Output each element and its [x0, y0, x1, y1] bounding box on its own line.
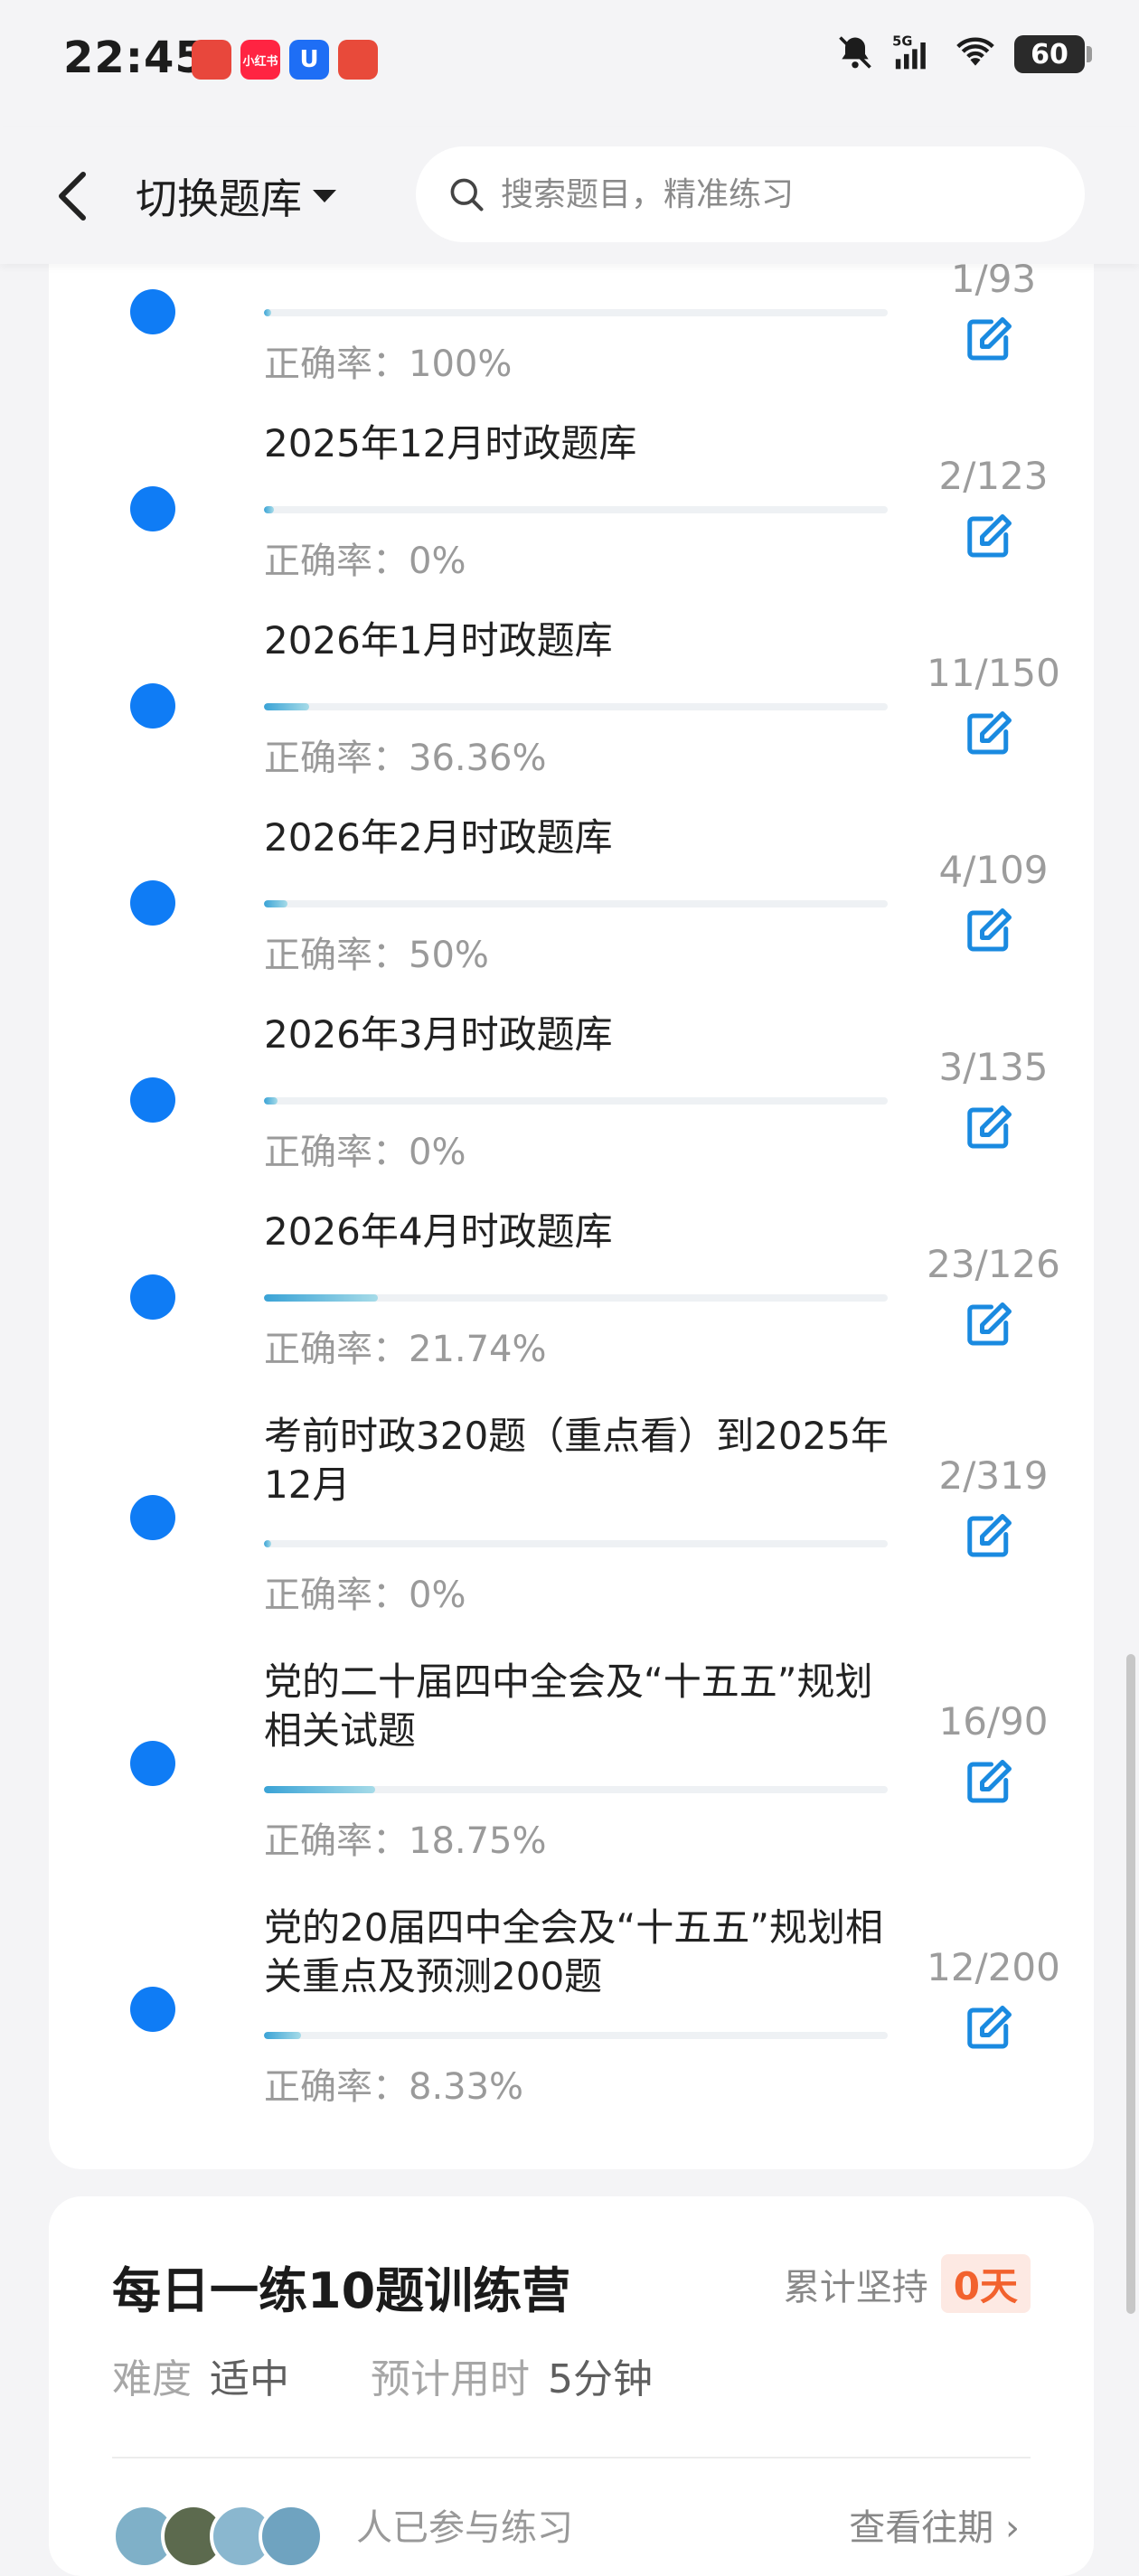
status-time: 22:45 — [63, 33, 206, 83]
progress-count: 2/123 — [938, 454, 1049, 498]
status-dot — [130, 1274, 175, 1320]
edit-icon[interactable] — [962, 1101, 1016, 1155]
battery-icon: 60 — [1014, 35, 1092, 73]
status-dot — [130, 289, 175, 334]
progress-count: 3/135 — [938, 1045, 1049, 1089]
app-icon-1 — [192, 40, 231, 80]
practice-meta: 难度 适中 预计用时 5分钟 — [112, 2346, 653, 2404]
accuracy-text: 正确率：21.74% — [264, 1329, 547, 1370]
progress-count: 16/90 — [938, 1699, 1049, 1744]
status-dot — [130, 486, 175, 531]
edit-icon[interactable] — [962, 904, 1016, 958]
participants-text: 人已参与练习 — [356, 2507, 573, 2549]
progress-bar — [264, 703, 888, 710]
difficulty-label: 难度 — [112, 2356, 192, 2402]
top-nav-header: 切换题库 — [0, 127, 1139, 264]
daily-practice-card[interactable]: 每日一练10题训练营 累计坚持 0天 难度 适中 预计用时 5分钟 人已参与练习… — [49, 2196, 1094, 2576]
accuracy-text: 正确率：8.33% — [264, 2066, 524, 2108]
status-dot — [130, 1495, 175, 1540]
question-bank-title: 2026年3月时政题库 — [264, 1012, 613, 1057]
streak-badge: 0天 — [940, 2254, 1031, 2313]
switch-question-bank-dropdown[interactable]: 切换题库 — [136, 166, 338, 226]
edit-icon[interactable] — [962, 313, 1016, 367]
caret-down-icon — [313, 190, 336, 202]
status-dot — [130, 1987, 175, 2032]
back-button[interactable] — [43, 165, 101, 228]
difficulty-value: 适中 — [210, 2356, 289, 2402]
search-icon — [450, 178, 484, 212]
edit-icon[interactable] — [962, 2001, 1016, 2055]
question-bank-title: 2026年4月时政题库 — [264, 1209, 613, 1254]
divider — [112, 2457, 1031, 2458]
streak-info: 累计坚持 0天 — [784, 2254, 1031, 2313]
edit-icon[interactable] — [962, 1509, 1016, 1564]
search-bar[interactable] — [416, 146, 1085, 242]
duration-value: 5分钟 — [548, 2356, 653, 2402]
app-icon-4 — [338, 40, 378, 80]
progress-bar — [264, 1786, 888, 1793]
search-input[interactable] — [499, 174, 1045, 214]
scrollbar[interactable] — [1126, 1654, 1135, 2314]
chevron-left-icon — [59, 172, 86, 221]
accuracy-text: 正确率：0% — [264, 1132, 466, 1173]
progress-bar — [264, 2032, 888, 2039]
question-bank-title: 2026年2月时政题库 — [264, 815, 613, 860]
app-icon-3: U — [289, 40, 329, 80]
accuracy-text: 正确率：100% — [264, 343, 513, 385]
avatar — [259, 2504, 324, 2569]
switch-question-bank-label: 切换题库 — [136, 174, 302, 223]
progress-bar — [264, 1097, 888, 1105]
progress-bar — [264, 1294, 888, 1302]
question-bank-title: 2025年12月时政题库 — [264, 421, 637, 465]
question-bank-title: 2026年1月时政题库 — [264, 618, 613, 663]
xiaohongshu-icon: 小红书 — [240, 40, 280, 80]
edit-icon[interactable] — [962, 1298, 1016, 1352]
accuracy-text: 正确率：18.75% — [264, 1820, 547, 1862]
progress-count: 11/150 — [927, 651, 1060, 695]
status-dot — [130, 1077, 175, 1123]
status-dot — [130, 683, 175, 729]
signal-5g-icon: 5G — [891, 33, 937, 76]
question-bank-title: 党的20届四中全会及“十五五”规划相关重点及预测200题 — [264, 1905, 883, 1998]
progress-bar — [264, 309, 888, 316]
streak-label: 累计坚持 — [783, 2266, 928, 2308]
notification-app-icons: 小红书 U — [192, 40, 378, 80]
progress-count: 12/200 — [927, 1945, 1060, 1989]
accuracy-text: 正确率：50% — [264, 935, 489, 976]
progress-bar — [264, 1540, 888, 1547]
daily-practice-title: 每日一练10题训练营 — [112, 2262, 571, 2319]
edit-icon[interactable] — [962, 1755, 1016, 1810]
accuracy-text: 正确率：36.36% — [264, 738, 547, 779]
edit-icon[interactable] — [962, 510, 1016, 564]
question-bank-list: 2025年11月时政题库 正确率：100% 1/93 2025年12月时政题库 … — [49, 226, 1094, 2169]
svg-text:5G: 5G — [892, 34, 912, 50]
accuracy-text: 正确率：0% — [264, 1575, 466, 1616]
question-bank-title: 考前时政320题（重点看）到2025年12月 — [264, 1414, 890, 1507]
progress-count: 2/319 — [938, 1453, 1049, 1498]
progress-count: 4/109 — [938, 848, 1049, 892]
wifi-icon — [953, 33, 998, 76]
mute-bell-icon — [835, 33, 875, 76]
progress-count: 23/126 — [927, 1242, 1060, 1286]
status-dot — [130, 1741, 175, 1786]
status-indicators: 5G 60 — [835, 33, 1092, 76]
progress-bar — [264, 506, 888, 513]
participant-avatars — [112, 2504, 324, 2569]
status-dot — [130, 880, 175, 926]
edit-icon[interactable] — [962, 707, 1016, 761]
accuracy-text: 正确率：0% — [264, 541, 466, 582]
question-bank-title: 党的二十届四中全会及“十五五”规划相关试题 — [264, 1659, 873, 1753]
view-past-link[interactable]: 查看往期 › — [849, 2498, 1020, 2551]
progress-bar — [264, 900, 888, 907]
status-bar: 22:45 小红书 U 5G 60 — [0, 0, 1139, 127]
duration-label: 预计用时 — [371, 2356, 530, 2402]
